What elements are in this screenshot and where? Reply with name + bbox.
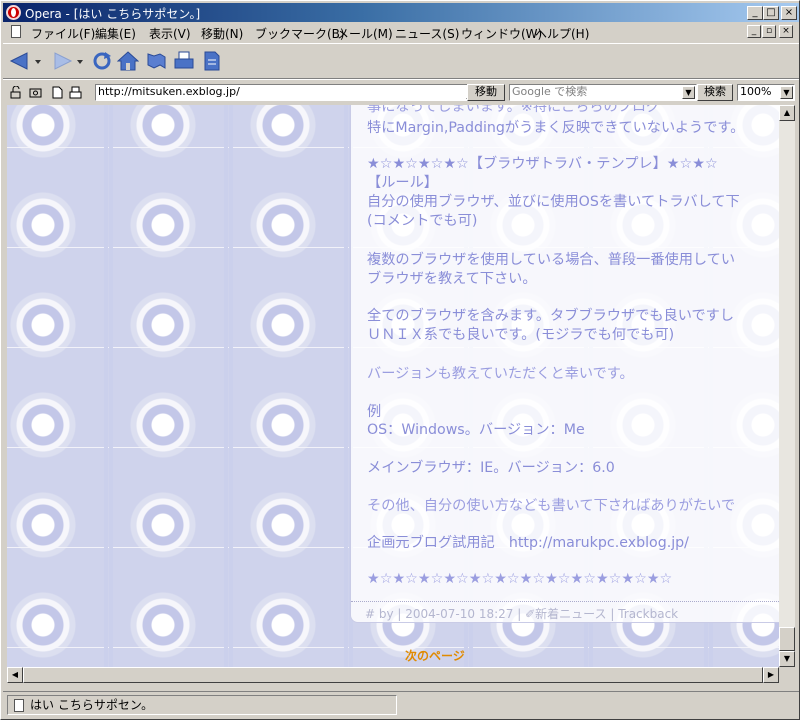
menu-mail[interactable]: メール(M) <box>337 25 393 42</box>
entry-text-line: ブラウザを教えて下さい。 <box>367 271 537 287</box>
menu-view[interactable]: 表示(V) <box>149 25 191 42</box>
menu-bookmarks[interactable]: ブックマーク(B) <box>255 25 345 42</box>
zoom-select[interactable]: 100% ▼ <box>737 84 795 101</box>
back-arrow-icon[interactable] <box>9 50 31 72</box>
opera-logo-icon <box>6 5 21 20</box>
origin-blog-link[interactable]: 企画元ブログ試用記 http://marukpc.exblog.jp/ <box>367 532 689 552</box>
image-toggle-icon[interactable] <box>29 86 42 99</box>
scroll-up-arrow-icon[interactable]: ▲ <box>779 105 795 121</box>
address-bar: http://mitsuken.exblog.jp/ ▼ 移動 Google で… <box>3 79 799 103</box>
template-title-line: ★☆★☆★☆★☆【ブラウザトラバ・テンプレ】★☆★☆ <box>367 156 718 172</box>
search-input[interactable]: Google で検索 ▼ <box>509 84 697 101</box>
reload-icon[interactable] <box>91 50 113 72</box>
search-button[interactable]: 検索 <box>697 84 733 101</box>
entry-text-line: 全てのブラウザを含みます。タブブラウザでも良いですし <box>367 308 735 324</box>
forward-history-dropdown-icon[interactable] <box>75 50 85 72</box>
navigation-toolbar <box>3 43 799 79</box>
entry-text-line: バージョンも教えていただくと幸いです。 <box>367 366 634 382</box>
browser-window: Opera - [はい こちらサポセン。] _ □ × ファイル(F) 編集(E… <box>0 0 800 720</box>
horizontal-scroll-thumb[interactable] <box>23 667 763 683</box>
menu-navigate[interactable]: 移動(N) <box>201 25 243 42</box>
back-history-dropdown-icon[interactable] <box>33 50 43 72</box>
entry-text-line: 特にMargin,Paddingがうまく反映できていないようです。 <box>367 120 745 136</box>
scroll-left-arrow-icon[interactable]: ◀ <box>7 667 23 683</box>
menu-edit[interactable]: 編集(E) <box>95 25 136 42</box>
security-lock-icon[interactable] <box>9 86 22 99</box>
scroll-down-arrow-icon[interactable]: ▼ <box>779 651 795 667</box>
page-content[interactable]: 事になってしまいます。※特にこちらのブログ 特にMargin,Paddingがう… <box>7 105 779 667</box>
example-heading: 例 <box>367 404 382 420</box>
document-mode-icon[interactable] <box>51 86 64 99</box>
entry-text-line: 自分の使用ブラウザ、並びに使用OSを書いてトラバして下 <box>367 194 740 210</box>
url-text: http://mitsuken.exblog.jp/ <box>98 85 240 98</box>
star-divider-line: ★☆★☆★☆★☆★☆★☆★☆★☆★☆★☆★☆★☆ <box>367 571 673 587</box>
window-title: Opera - [はい こちらサポセン。] <box>25 7 201 21</box>
scroll-right-arrow-icon[interactable]: ▶ <box>763 667 779 683</box>
entry-text-line: OS：Windows。バージョン：Me <box>367 422 585 438</box>
menu-bar: ファイル(F) 編集(E) 表示(V) 移動(N) ブックマーク(B) メール(… <box>3 22 799 42</box>
menu-file[interactable]: ファイル(F) <box>31 25 95 42</box>
horizontal-scrollbar[interactable]: ◀ ▶ <box>7 667 779 683</box>
url-input[interactable]: http://mitsuken.exblog.jp/ ▼ <box>95 84 481 101</box>
minimize-button[interactable]: _ <box>747 6 763 20</box>
page-status-icon <box>14 699 24 712</box>
status-text: はい こちらサポセン。 <box>30 698 154 712</box>
zoom-dropdown-arrow-icon[interactable]: ▼ <box>780 86 793 99</box>
forward-arrow-icon[interactable] <box>51 50 73 72</box>
go-button[interactable]: 移動 <box>467 84 505 101</box>
menu-window[interactable]: ウィンドウ(W) <box>461 25 542 42</box>
entry-text-line: 複数のブラウザを使用している場合、普段一番使用してい <box>367 252 736 268</box>
menu-news[interactable]: ニュース(S) <box>395 25 459 42</box>
vertical-scrollbar[interactable]: ▲ ▼ <box>779 105 795 667</box>
entry-text-line: メインブラウザ：IE。バージョン：6.0 <box>367 460 615 476</box>
vertical-scroll-thumb[interactable] <box>779 627 795 651</box>
hotlist-icon[interactable] <box>145 50 167 72</box>
partial-text-line: 事になってしまいます。※特にこちらのブログ <box>367 105 661 115</box>
scrollbar-corner <box>779 667 795 683</box>
entry-footer-divider <box>351 601 779 602</box>
print-preview-icon[interactable] <box>69 86 82 99</box>
document-icon[interactable] <box>11 25 21 38</box>
status-panel: はい こちらサポセン。 <box>7 695 397 715</box>
print-icon[interactable] <box>173 50 195 72</box>
entry-text-line: (コメントでも可) <box>367 213 478 229</box>
mdi-restore-button[interactable]: ▫ <box>762 25 776 38</box>
new-page-icon[interactable] <box>201 50 223 72</box>
title-bar: Opera - [はい こちらサポセン。] _ □ × <box>3 3 799 22</box>
menu-help[interactable]: ヘルプ(H) <box>535 25 589 42</box>
home-icon[interactable] <box>117 50 139 72</box>
search-engine-dropdown-icon[interactable]: ▼ <box>682 86 695 99</box>
entry-meta[interactable]: # by | 2004-07-10 18:27 | ✐新着ニュース | Trac… <box>365 605 678 622</box>
mdi-minimize-button[interactable]: _ <box>747 25 761 38</box>
zoom-value: 100% <box>740 85 772 98</box>
entry-text-line: その他、自分の使い方なども書いて下さればありがたいで <box>367 498 736 514</box>
maximize-button[interactable]: □ <box>763 6 779 20</box>
entry-text-line: ＵＮＩＸ系でも良いです。(モジラでも何でも可) <box>367 327 675 343</box>
next-page-link[interactable]: 次のページ <box>405 647 465 664</box>
mdi-close-button[interactable]: × <box>779 25 793 38</box>
rule-heading: 【ルール】 <box>367 175 438 191</box>
status-bar: はい こちらサポセン。 <box>3 691 799 717</box>
search-placeholder: Google で検索 <box>512 85 588 98</box>
close-button[interactable]: × <box>781 6 797 20</box>
